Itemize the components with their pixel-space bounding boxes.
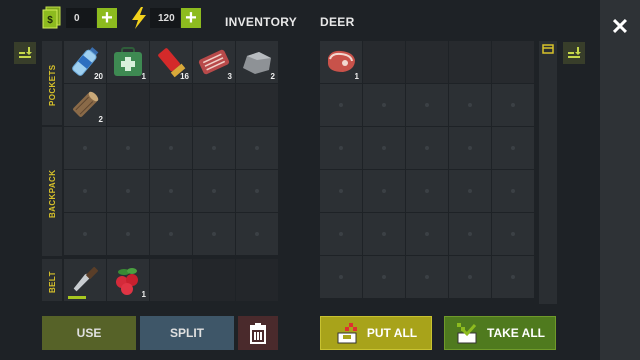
container-slot-empty[interactable] <box>320 170 362 212</box>
container-slot-empty[interactable] <box>449 213 491 255</box>
energy-counter: 120 <box>150 8 180 28</box>
inventory-slot[interactable]: 2 <box>236 41 278 83</box>
container-slot-empty[interactable] <box>492 213 534 255</box>
backpack-slot[interactable] <box>150 213 192 255</box>
add-cash-button[interactable]: + <box>97 8 117 28</box>
container-slot-empty[interactable] <box>363 84 405 126</box>
belt-slot[interactable]: 1 <box>107 259 149 301</box>
backpack-slot[interactable] <box>64 127 106 169</box>
container-slot-empty[interactable] <box>406 127 448 169</box>
pockets-grid: 20 1 16 3 2 2 <box>64 41 278 126</box>
take-all-icon <box>457 323 477 344</box>
belt-slot-empty[interactable] <box>150 259 192 301</box>
take-all-button[interactable]: TAKE ALL <box>444 316 556 350</box>
container-slot-empty[interactable] <box>449 127 491 169</box>
inventory-slot[interactable]: 16 <box>150 41 192 83</box>
container-slot[interactable]: 1 <box>320 41 362 83</box>
inventory-slot-empty[interactable] <box>193 84 235 126</box>
container-slot-empty[interactable] <box>449 41 491 83</box>
sort-inventory-button[interactable] <box>14 42 36 64</box>
backpack-slot[interactable] <box>64 213 106 255</box>
inventory-slot[interactable]: 20 <box>64 41 106 83</box>
backpack-slot[interactable] <box>107 170 149 212</box>
backpack-grid <box>64 127 278 255</box>
inventory-slot[interactable]: 1 <box>107 41 149 83</box>
container-scrollbar[interactable] <box>539 41 557 304</box>
hunting-knife-icon <box>73 266 99 292</box>
inventory-slot-empty[interactable] <box>236 84 278 126</box>
container-slot-empty[interactable] <box>406 170 448 212</box>
belt-slot-empty[interactable] <box>236 259 278 301</box>
belt-slot-empty[interactable] <box>193 259 235 301</box>
container-slot-empty[interactable] <box>320 84 362 126</box>
container-grid: 1 <box>320 41 534 298</box>
container-slot-empty[interactable] <box>406 256 448 298</box>
container-slot-empty[interactable] <box>363 127 405 169</box>
add-energy-button[interactable]: + <box>181 8 201 28</box>
container-slot-empty[interactable] <box>406 41 448 83</box>
split-button-label: SPLIT <box>169 326 204 340</box>
use-button-label: USE <box>76 326 102 340</box>
split-button[interactable]: SPLIT <box>140 316 234 350</box>
backpack-label: BACKPACK <box>42 127 62 256</box>
use-button[interactable]: USE <box>42 316 136 350</box>
container-slot-empty[interactable] <box>363 41 405 83</box>
belt-slot[interactable] <box>64 259 106 301</box>
container-slot-empty[interactable] <box>406 213 448 255</box>
inventory-title: INVENTORY <box>225 15 298 29</box>
container-slot-empty[interactable] <box>320 127 362 169</box>
container-slot-empty[interactable] <box>406 84 448 126</box>
backpack-slot[interactable] <box>193 170 235 212</box>
put-all-button[interactable]: PUT ALL <box>320 316 432 350</box>
put-all-icon <box>337 323 357 344</box>
container-slot-empty[interactable] <box>449 256 491 298</box>
container-slot-empty[interactable] <box>320 256 362 298</box>
container-slot-empty[interactable] <box>492 256 534 298</box>
container-slot-empty[interactable] <box>492 84 534 126</box>
cash-counter: 0 <box>66 8 96 28</box>
container-slot-empty[interactable] <box>492 170 534 212</box>
backpack-slot[interactable] <box>193 213 235 255</box>
backpack-slot[interactable] <box>236 170 278 212</box>
sort-container-button[interactable] <box>563 42 585 64</box>
trash-button[interactable] <box>238 316 278 350</box>
inventory-slot[interactable]: 2 <box>64 84 106 126</box>
container-slot-empty[interactable] <box>492 41 534 83</box>
backpack-slot[interactable] <box>107 127 149 169</box>
lightning-icon <box>132 7 146 29</box>
backpack-slot[interactable] <box>107 213 149 255</box>
inventory-slot-empty[interactable] <box>150 84 192 126</box>
belt-label: BELT <box>42 259 62 301</box>
container-title: DEER <box>320 15 355 29</box>
belt-grid: 1 <box>64 259 278 301</box>
inventory-slot-empty[interactable] <box>107 84 149 126</box>
pockets-label: POCKETS <box>42 41 62 125</box>
sort-icon <box>568 47 581 58</box>
container-slot-empty[interactable] <box>449 84 491 126</box>
backpack-slot[interactable] <box>64 170 106 212</box>
backpack-slot[interactable] <box>150 170 192 212</box>
backpack-slot[interactable] <box>236 127 278 169</box>
svg-text:$: $ <box>47 15 53 26</box>
top-bar: $ 0 + 120 + INVENTORY DEER <box>0 0 600 40</box>
close-panel <box>600 0 640 360</box>
durability-bar <box>68 296 86 299</box>
cash-stack-icon: $ <box>42 6 61 29</box>
container-slot-empty[interactable] <box>449 170 491 212</box>
sort-icon <box>19 47 32 58</box>
container-slot-empty[interactable] <box>363 213 405 255</box>
put-all-label: PUT ALL <box>366 326 418 340</box>
trash-icon <box>250 323 266 344</box>
take-all-label: TAKE ALL <box>487 326 545 340</box>
container-slot-empty[interactable] <box>492 127 534 169</box>
scroll-indicator-icon <box>542 44 554 54</box>
container-slot-empty[interactable] <box>363 170 405 212</box>
backpack-slot[interactable] <box>236 213 278 255</box>
container-slot-empty[interactable] <box>320 213 362 255</box>
backpack-slot[interactable] <box>150 127 192 169</box>
inventory-slot[interactable]: 3 <box>193 41 235 83</box>
close-button[interactable]: ✕ <box>609 14 631 39</box>
container-slot-empty[interactable] <box>363 256 405 298</box>
backpack-slot[interactable] <box>193 127 235 169</box>
